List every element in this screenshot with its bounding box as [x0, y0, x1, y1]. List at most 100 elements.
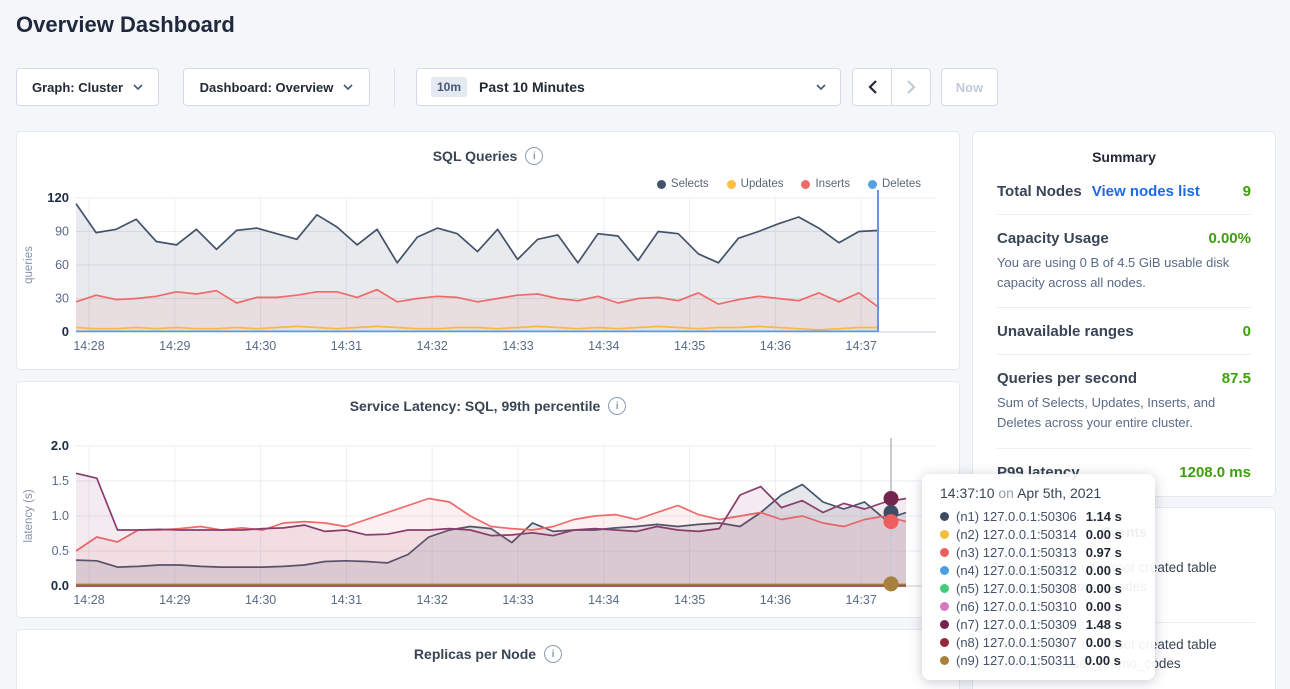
tooltip-node-label: (n2) 127.0.0.1:50314 — [956, 527, 1077, 542]
service-latency-chart[interactable]: 14:2814:2914:3014:3114:3214:3314:3414:35… — [17, 432, 961, 618]
time-range-badge: 10m — [431, 77, 467, 97]
series-color-dot — [940, 530, 949, 539]
chevron-left-icon — [868, 80, 877, 94]
tooltip-row: (n9) 127.0.0.1:503110.00 s — [940, 651, 1155, 669]
summary-value: 87.5 — [1222, 370, 1251, 387]
time-range-label: Past 10 Minutes — [479, 79, 585, 95]
svg-text:14:32: 14:32 — [417, 593, 448, 607]
time-prev-button[interactable] — [852, 68, 892, 106]
legend-item-updates[interactable]: Updates — [727, 178, 784, 190]
chart-legend: Selects Updates Inserts Deletes — [657, 178, 921, 190]
svg-text:14:30: 14:30 — [245, 593, 276, 607]
series-color-dot — [940, 584, 949, 593]
svg-text:14:32: 14:32 — [417, 339, 448, 353]
chart-hover-tooltip: 14:37:10 on Apr 5th, 2021 (n1) 127.0.0.1… — [922, 474, 1155, 680]
tooltip-time: 14:37:10 — [940, 485, 995, 501]
time-range-dropdown[interactable]: 10m Past 10 Minutes — [416, 68, 841, 106]
series-color-dot — [940, 638, 949, 647]
tooltip-row: (n4) 127.0.0.1:503120.00 s — [940, 561, 1155, 579]
tooltip-node-label: (n3) 127.0.0.1:50313 — [956, 545, 1077, 560]
summary-row: Capacity Usage0.00%You are using 0 B of … — [997, 215, 1251, 308]
svg-text:14:28: 14:28 — [73, 593, 104, 607]
svg-text:2.0: 2.0 — [51, 438, 69, 453]
svg-text:0: 0 — [62, 324, 69, 339]
series-color-dot — [940, 512, 949, 521]
info-icon[interactable]: i — [608, 397, 626, 415]
chevron-down-icon — [133, 84, 143, 91]
legend-label: Deletes — [882, 178, 921, 190]
series-color-dot — [940, 656, 949, 665]
summary-row: Unavailable ranges0 — [997, 308, 1251, 355]
tooltip-node-label: (n1) 127.0.0.1:50306 — [956, 509, 1077, 524]
chevron-down-icon — [343, 84, 353, 91]
svg-text:120: 120 — [47, 190, 69, 205]
info-icon[interactable]: i — [525, 147, 543, 165]
svg-text:14:33: 14:33 — [502, 593, 533, 607]
tooltip-node-value: 0.00 s — [1086, 599, 1122, 614]
svg-text:14:29: 14:29 — [159, 339, 190, 353]
tooltip-node-label: (n8) 127.0.0.1:50307 — [956, 635, 1077, 650]
tooltip-row: (n3) 127.0.0.1:503130.97 s — [940, 543, 1155, 561]
svg-text:30: 30 — [55, 292, 69, 306]
tooltip-node-value: 0.00 s — [1086, 635, 1122, 650]
now-button[interactable]: Now — [941, 68, 998, 106]
tooltip-node-label: (n4) 127.0.0.1:50312 — [956, 563, 1077, 578]
summary-row-top: Unavailable ranges0 — [997, 323, 1251, 340]
svg-text:14:34: 14:34 — [588, 593, 619, 607]
legend-dot — [657, 180, 666, 189]
legend-dot — [868, 180, 877, 189]
service-latency-panel: Service Latency: SQL, 99th percentile i … — [16, 381, 960, 618]
summary-row-top: Capacity Usage0.00% — [997, 230, 1251, 247]
legend-dot — [801, 180, 810, 189]
chevron-down-icon — [816, 84, 826, 91]
summary-row-top: Queries per second 87.5 — [997, 370, 1251, 387]
svg-text:90: 90 — [55, 225, 69, 239]
legend-item-deletes[interactable]: Deletes — [868, 178, 921, 190]
summary-label: Queries per second — [997, 370, 1137, 387]
svg-text:queries: queries — [23, 246, 35, 284]
series-color-dot — [940, 620, 949, 629]
overview-dashboard-page: Overview Dashboard Graph: Cluster Dashbo… — [0, 0, 1290, 689]
summary-label: Total Nodes — [997, 183, 1082, 200]
svg-text:14:37: 14:37 — [846, 593, 877, 607]
svg-text:1.0: 1.0 — [52, 509, 69, 523]
dashboard-dropdown-label: Dashboard: Overview — [200, 80, 334, 95]
tooltip-row: (n7) 127.0.0.1:503091.48 s — [940, 615, 1155, 633]
summary-label: Unavailable ranges — [997, 323, 1134, 340]
tooltip-on: on — [998, 485, 1014, 501]
dashboard-dropdown[interactable]: Dashboard: Overview — [183, 68, 370, 106]
tooltip-row: (n5) 127.0.0.1:503080.00 s — [940, 579, 1155, 597]
legend-item-inserts[interactable]: Inserts — [801, 178, 850, 190]
summary-panel: Summary Total NodesView nodes list9Capac… — [972, 131, 1276, 497]
sql-queries-chart[interactable]: 14:2814:2914:3014:3114:3214:3314:3414:35… — [17, 186, 961, 364]
tooltip-node-value: 0.00 s — [1086, 527, 1122, 542]
graph-dropdown[interactable]: Graph: Cluster — [16, 68, 159, 106]
view-nodes-list-link[interactable]: View nodes list — [1092, 183, 1200, 200]
tooltip-node-value: 1.14 s — [1086, 509, 1122, 524]
svg-text:0.0: 0.0 — [51, 578, 69, 593]
svg-text:14:36: 14:36 — [760, 339, 791, 353]
chart-title: Replicas per Node — [414, 646, 536, 662]
time-next-button[interactable] — [891, 68, 931, 106]
svg-text:0.5: 0.5 — [52, 544, 69, 558]
svg-text:14:31: 14:31 — [331, 593, 362, 607]
tooltip-timestamp: 14:37:10 on Apr 5th, 2021 — [940, 485, 1155, 501]
svg-text:14:30: 14:30 — [245, 339, 276, 353]
tooltip-row: (n8) 127.0.0.1:50307 0.00 s — [940, 633, 1155, 651]
summary-value: 0.00% — [1208, 230, 1251, 247]
legend-item-selects[interactable]: Selects — [657, 178, 709, 190]
tooltip-node-label: (n5) 127.0.0.1:50308 — [956, 581, 1077, 596]
info-icon[interactable]: i — [544, 645, 562, 663]
svg-text:14:35: 14:35 — [674, 593, 705, 607]
tooltip-date: Apr 5th, 2021 — [1017, 485, 1101, 501]
tooltip-rows: (n1) 127.0.0.1:50306 1.14 s (n2) 127.0.0.1… — [940, 507, 1155, 669]
svg-text:14:33: 14:33 — [502, 339, 533, 353]
summary-row: Total NodesView nodes list9 — [997, 168, 1251, 215]
svg-text:14:28: 14:28 — [73, 339, 104, 353]
legend-dot — [727, 180, 736, 189]
summary-title: Summary — [997, 132, 1251, 168]
tooltip-node-label: (n9) 127.0.0.1:50311 — [956, 653, 1076, 668]
series-color-dot — [940, 602, 949, 611]
summary-row-top: Total NodesView nodes list9 — [997, 183, 1251, 200]
svg-text:14:36: 14:36 — [760, 593, 791, 607]
